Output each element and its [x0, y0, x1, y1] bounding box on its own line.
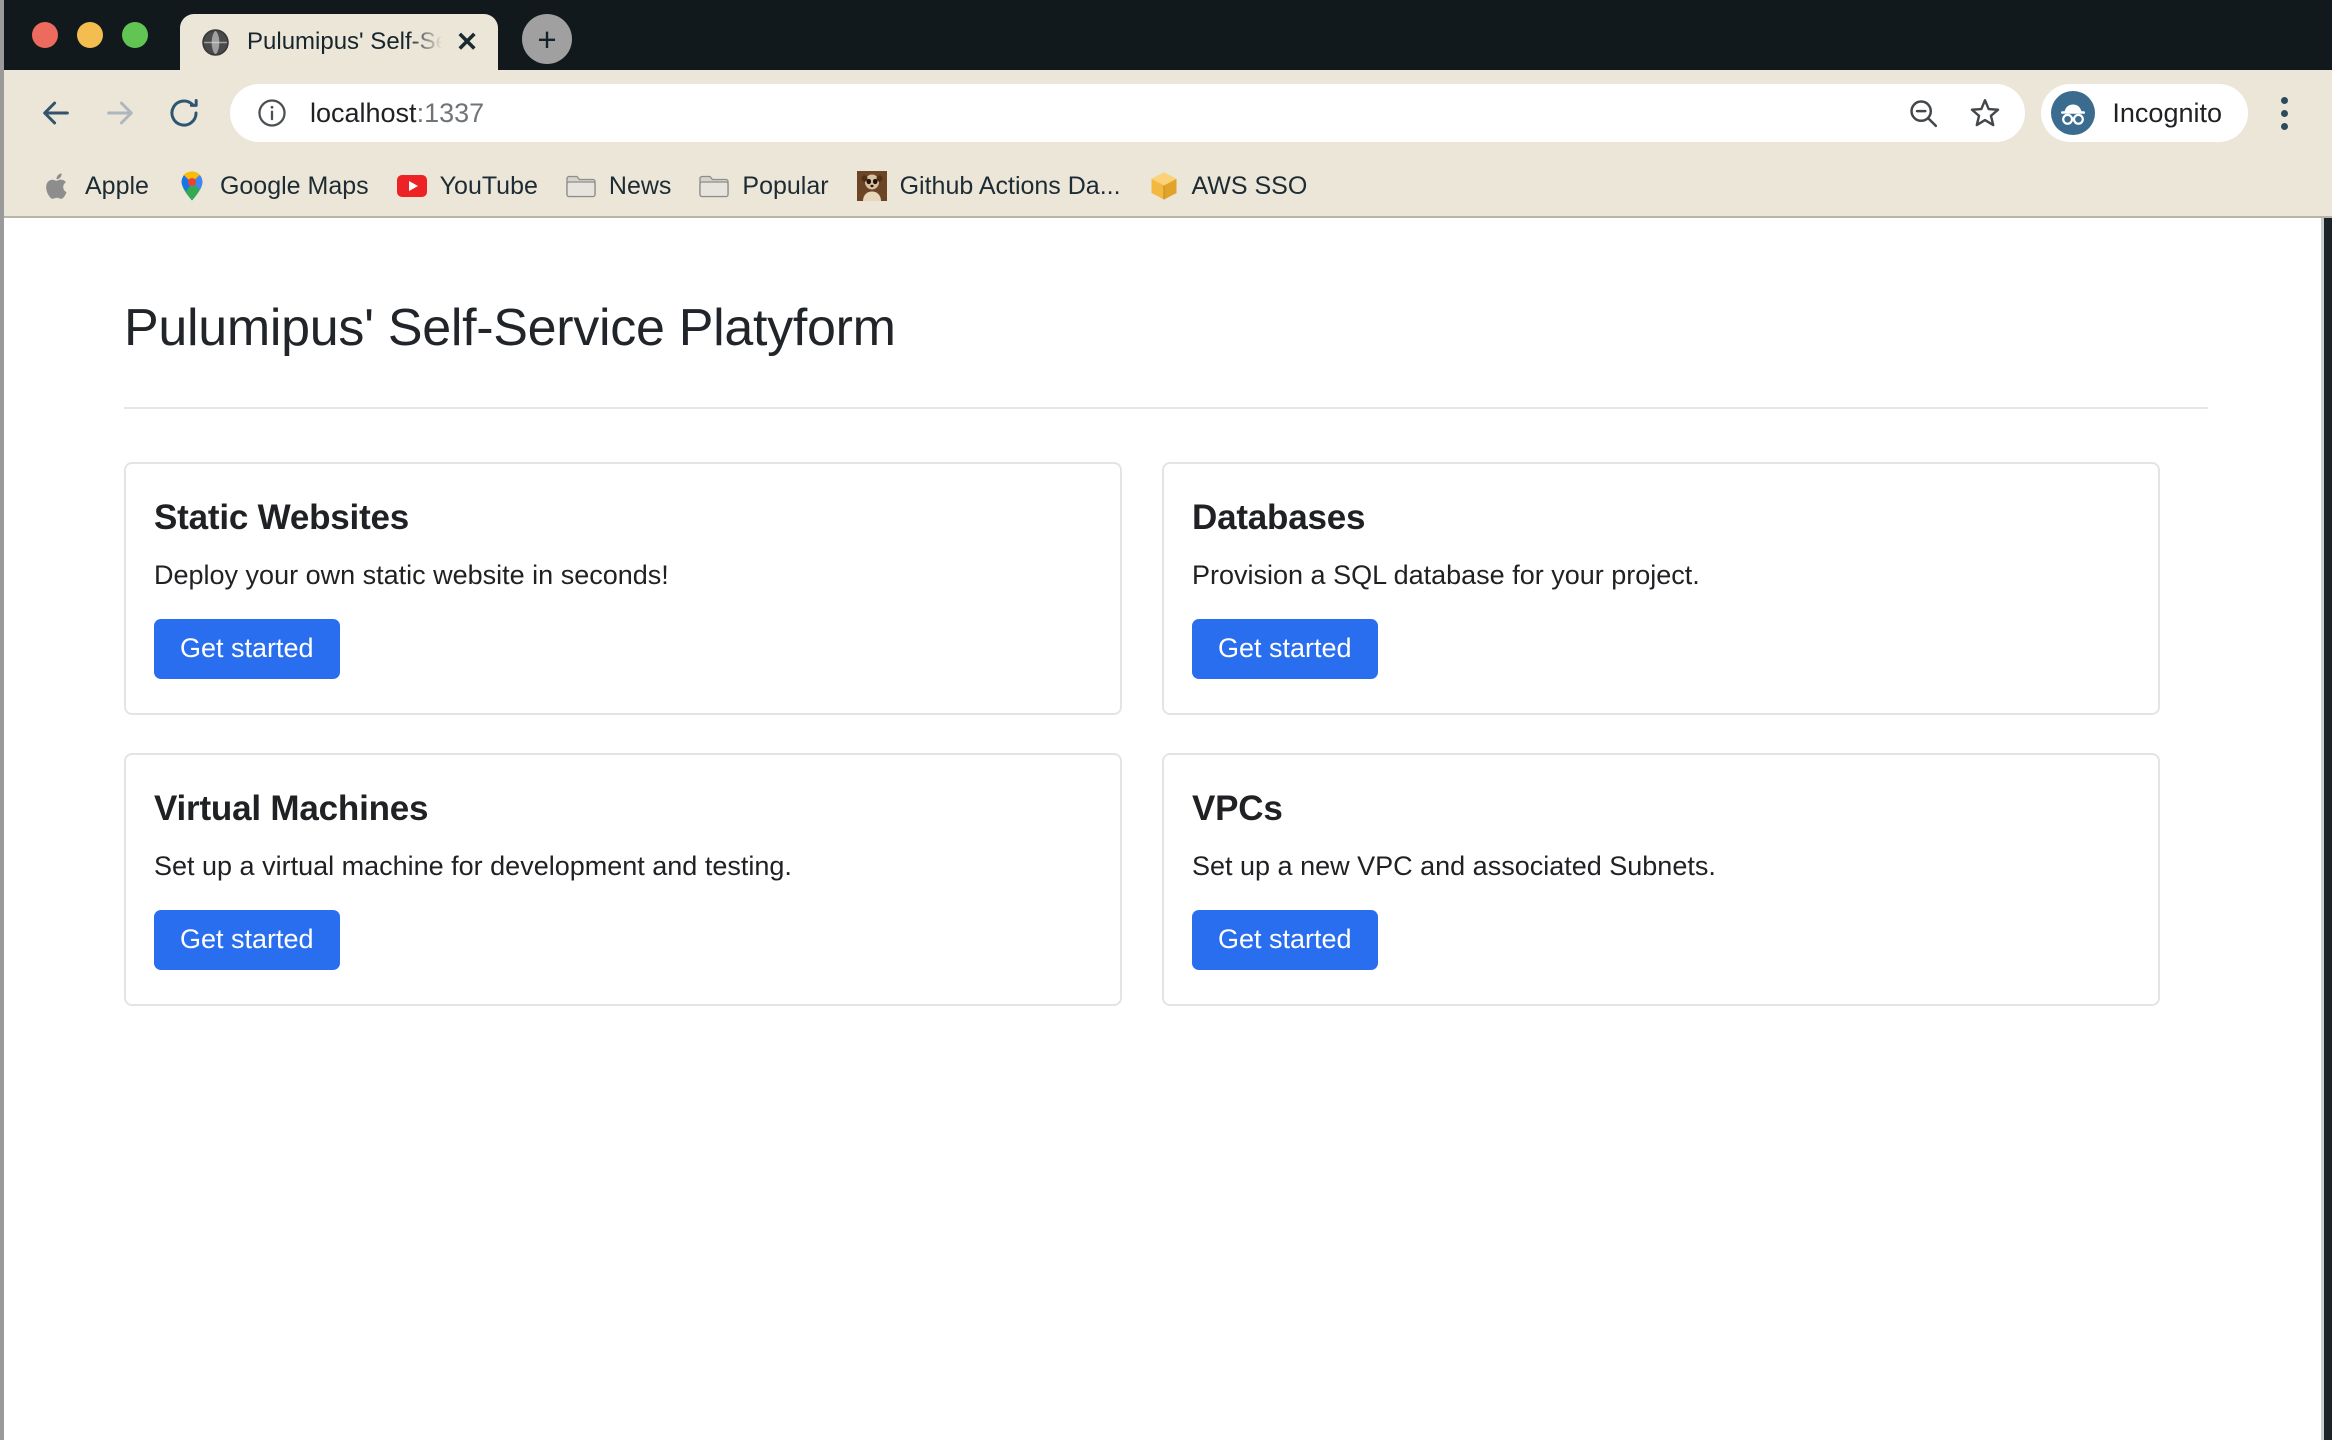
- bookmark-google-maps[interactable]: Google Maps: [163, 163, 383, 209]
- card-title: VPCs: [1192, 789, 2130, 829]
- close-tab-button[interactable]: ✕: [444, 19, 490, 65]
- incognito-icon: [2051, 91, 2095, 135]
- info-circle-icon[interactable]: [256, 97, 288, 129]
- service-card-grid: Static Websites Deploy your own static w…: [124, 462, 2208, 1006]
- forward-arrow-icon: [103, 96, 137, 130]
- service-card-databases: Databases Provision a SQL database for y…: [1162, 462, 2160, 715]
- bookmark-label: Google Maps: [220, 172, 369, 201]
- card-title: Databases: [1192, 498, 2130, 538]
- window-traffic-lights: [0, 22, 148, 70]
- bookmark-youtube[interactable]: YouTube: [383, 163, 552, 209]
- bookmark-label: YouTube: [440, 172, 538, 201]
- reload-icon: [167, 96, 201, 130]
- browser-toolbar: localhost:1337: [0, 70, 2332, 156]
- star-icon[interactable]: [1959, 87, 2011, 139]
- back-button[interactable]: [24, 81, 88, 145]
- card-description: Set up a virtual machine for development…: [154, 851, 1092, 882]
- url-host: localhost: [310, 98, 417, 128]
- reload-button[interactable]: [152, 81, 216, 145]
- address-bar[interactable]: localhost:1337: [230, 84, 2025, 142]
- bookmark-label: News: [609, 172, 672, 201]
- meerkat-avatar-icon: [857, 171, 887, 201]
- bookmark-label: AWS SSO: [1192, 172, 1308, 201]
- card-title: Static Websites: [154, 498, 1092, 538]
- get-started-button[interactable]: Get started: [1192, 910, 1378, 970]
- menu-dot: [2281, 110, 2288, 117]
- bookmark-label: Apple: [85, 172, 149, 201]
- close-window-button[interactable]: [32, 22, 58, 48]
- window-right-border: [2321, 218, 2324, 1440]
- get-started-button[interactable]: Get started: [154, 910, 340, 970]
- forward-button: [88, 81, 152, 145]
- globe-icon: [202, 29, 229, 56]
- card-description: Provision a SQL database for your projec…: [1192, 560, 2130, 591]
- folder-icon: [566, 171, 596, 201]
- omnibox-actions: [1897, 87, 2011, 139]
- bookmark-folder-popular[interactable]: Popular: [685, 163, 842, 209]
- three-dot-menu-icon[interactable]: [2262, 81, 2306, 145]
- page-viewport: Pulumipus' Self-Service Platyform Static…: [0, 218, 2332, 1440]
- folder-icon: [699, 171, 729, 201]
- url-text: localhost:1337: [310, 98, 1897, 129]
- minimize-window-button[interactable]: [77, 22, 103, 48]
- title-divider: [124, 407, 2208, 409]
- package-box-icon: [1149, 171, 1179, 201]
- card-title: Virtual Machines: [154, 789, 1092, 829]
- tab-strip: Pulumipus' Self-Service Platyfo ✕ +: [0, 0, 2332, 70]
- bookmarks-bar: Apple Google Maps: [0, 156, 2332, 218]
- get-started-button[interactable]: Get started: [1192, 619, 1378, 679]
- page-title: Pulumipus' Self-Service Platyform: [124, 218, 2208, 358]
- bookmark-folder-news[interactable]: News: [552, 163, 686, 209]
- zoom-out-icon[interactable]: [1897, 87, 1949, 139]
- card-description: Set up a new VPC and associated Subnets.: [1192, 851, 2130, 882]
- back-arrow-icon: [39, 96, 73, 130]
- bookmark-apple[interactable]: Apple: [28, 163, 163, 209]
- bookmark-label: Popular: [742, 172, 828, 201]
- apple-logo-icon: [42, 171, 72, 201]
- profile-incognito-button[interactable]: Incognito: [2041, 84, 2248, 142]
- google-maps-pin-icon: [177, 171, 207, 201]
- url-port: :1337: [417, 98, 485, 128]
- new-tab-button[interactable]: +: [522, 14, 572, 64]
- desktop-background: Pulumipus' Self-Service Platyfo ✕ +: [0, 0, 2332, 1440]
- service-card-vpcs: VPCs Set up a new VPC and associated Sub…: [1162, 753, 2160, 1006]
- window-left-edge: [0, 0, 4, 1440]
- browser-tab-active[interactable]: Pulumipus' Self-Service Platyfo ✕: [180, 14, 498, 70]
- browser-window: Pulumipus' Self-Service Platyfo ✕ +: [0, 0, 2332, 1440]
- youtube-play-icon: [397, 171, 427, 201]
- bookmark-label: Github Actions Da...: [900, 172, 1121, 201]
- menu-dot: [2281, 97, 2288, 104]
- profile-name: Incognito: [2112, 98, 2222, 129]
- bookmark-github-actions-dashboard[interactable]: Github Actions Da...: [843, 163, 1135, 209]
- service-card-virtual-machines: Virtual Machines Set up a virtual machin…: [124, 753, 1122, 1006]
- get-started-button[interactable]: Get started: [154, 619, 340, 679]
- tab-title: Pulumipus' Self-Service Platyfo: [247, 28, 444, 56]
- bookmark-aws-sso[interactable]: AWS SSO: [1135, 163, 1322, 209]
- menu-dot: [2281, 123, 2288, 130]
- page-content: Pulumipus' Self-Service Platyform Static…: [0, 218, 2332, 1006]
- maximize-window-button[interactable]: [122, 22, 148, 48]
- service-card-static-websites: Static Websites Deploy your own static w…: [124, 462, 1122, 715]
- card-description: Deploy your own static website in second…: [154, 560, 1092, 591]
- window-right-edge: [2324, 218, 2332, 1440]
